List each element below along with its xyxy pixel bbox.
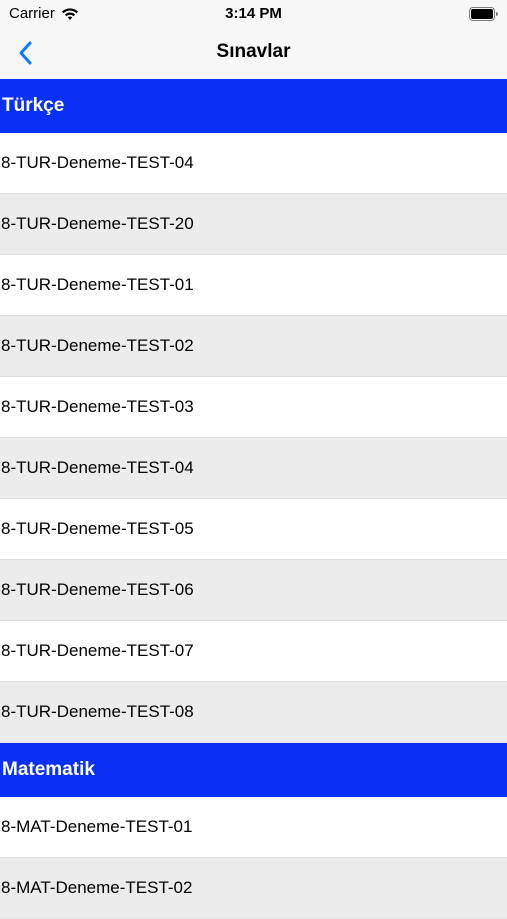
list-item[interactable]: 8-MAT-Deneme-TEST-02 bbox=[0, 858, 507, 919]
list-item-label: 8-TUR-Deneme-TEST-04 bbox=[1, 458, 194, 477]
section-header: Matematik bbox=[0, 743, 507, 797]
list-item[interactable]: 8-TUR-Deneme-TEST-03 bbox=[0, 377, 507, 438]
list-item-label: 8-TUR-Deneme-TEST-20 bbox=[1, 214, 194, 233]
list-item[interactable]: 8-TUR-Deneme-TEST-04 bbox=[0, 133, 507, 194]
section-header: Türkçe bbox=[0, 79, 507, 133]
navigation-bar: Sınavlar bbox=[0, 28, 507, 79]
status-bar: Carrier 3:14 PM bbox=[0, 0, 507, 28]
status-time: 3:14 PM bbox=[225, 5, 282, 22]
list-item[interactable]: 8-TUR-Deneme-TEST-08 bbox=[0, 682, 507, 743]
list-item[interactable]: 8-TUR-Deneme-TEST-04 bbox=[0, 438, 507, 499]
list-item[interactable]: 8-TUR-Deneme-TEST-07 bbox=[0, 621, 507, 682]
battery-icon bbox=[469, 7, 498, 21]
list-item-label: 8-TUR-Deneme-TEST-03 bbox=[1, 397, 194, 416]
list-item[interactable]: 8-TUR-Deneme-TEST-20 bbox=[0, 194, 507, 255]
list-item[interactable]: 8-TUR-Deneme-TEST-06 bbox=[0, 560, 507, 621]
list-item-label: 8-TUR-Deneme-TEST-08 bbox=[1, 702, 194, 721]
list-item[interactable]: 8-TUR-Deneme-TEST-02 bbox=[0, 316, 507, 377]
list-item-label: 8-TUR-Deneme-TEST-02 bbox=[1, 336, 194, 355]
list-item-label: 8-MAT-Deneme-TEST-02 bbox=[1, 878, 193, 897]
list-item-label: 8-MAT-Deneme-TEST-01 bbox=[1, 817, 193, 836]
page-title: Sınavlar bbox=[216, 41, 291, 62]
list-item-label: 8-TUR-Deneme-TEST-06 bbox=[1, 580, 194, 599]
list-item-label: 8-TUR-Deneme-TEST-01 bbox=[1, 275, 194, 294]
list-item-label: 8-TUR-Deneme-TEST-05 bbox=[1, 519, 194, 538]
list-item[interactable]: 8-MAT-Deneme-TEST-01 bbox=[0, 797, 507, 858]
list-item[interactable]: 8-TUR-Deneme-TEST-05 bbox=[0, 499, 507, 560]
list-item[interactable]: 8-TUR-Deneme-TEST-01 bbox=[0, 255, 507, 316]
list-item-label: 8-TUR-Deneme-TEST-04 bbox=[1, 153, 194, 172]
list-item-label: 8-TUR-Deneme-TEST-07 bbox=[1, 641, 194, 660]
exam-list: Türkçe 8-TUR-Deneme-TEST-04 8-TUR-Deneme-T… bbox=[0, 79, 507, 919]
